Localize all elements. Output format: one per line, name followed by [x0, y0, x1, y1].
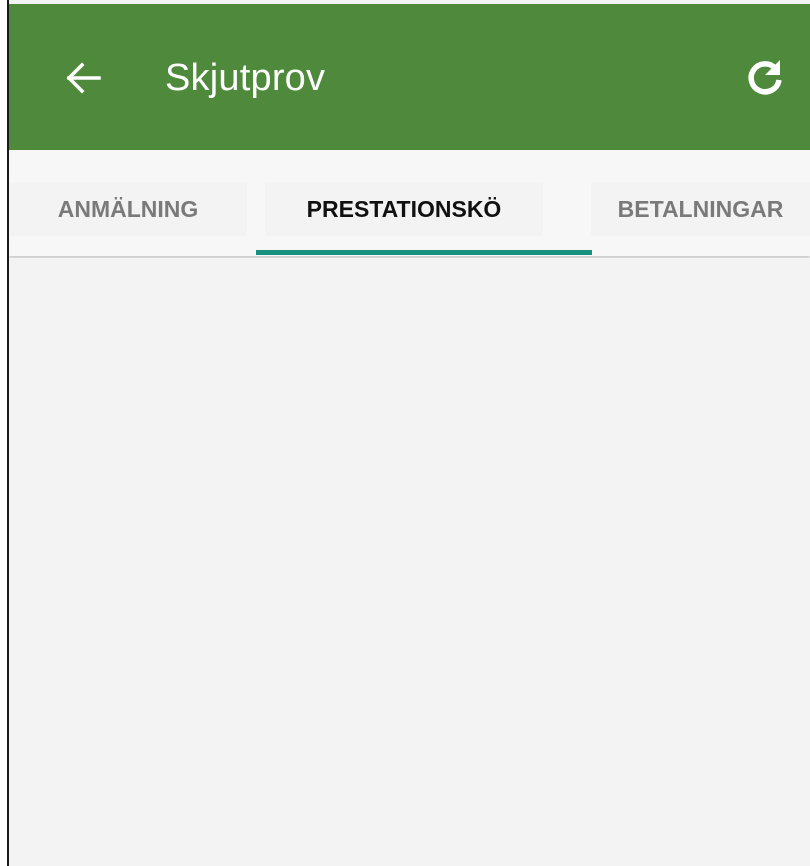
app-window: Skjutprov ANMÄLNING PRESTATIONSKÖ BETALN… — [9, 0, 810, 866]
arrow-left-icon — [66, 62, 101, 94]
screen: Skjutprov ANMÄLNING PRESTATIONSKÖ BETALN… — [0, 0, 810, 866]
tab-prestationsko[interactable]: PRESTATIONSKÖ — [265, 182, 543, 236]
refresh-button[interactable] — [737, 50, 793, 106]
selected-tab-indicator — [256, 250, 592, 255]
tab-betalningar[interactable]: BETALNINGAR — [591, 182, 810, 236]
left-edge-divider — [0, 0, 9, 866]
tab-anmalning[interactable]: ANMÄLNING — [9, 182, 247, 236]
tab-content-area — [9, 258, 810, 866]
refresh-icon — [748, 60, 782, 95]
tab-bar: ANMÄLNING PRESTATIONSKÖ BETALNINGAR — [9, 150, 810, 256]
app-toolbar: Skjutprov — [9, 4, 810, 150]
back-button[interactable] — [55, 50, 111, 106]
page-title: Skjutprov — [165, 57, 326, 99]
